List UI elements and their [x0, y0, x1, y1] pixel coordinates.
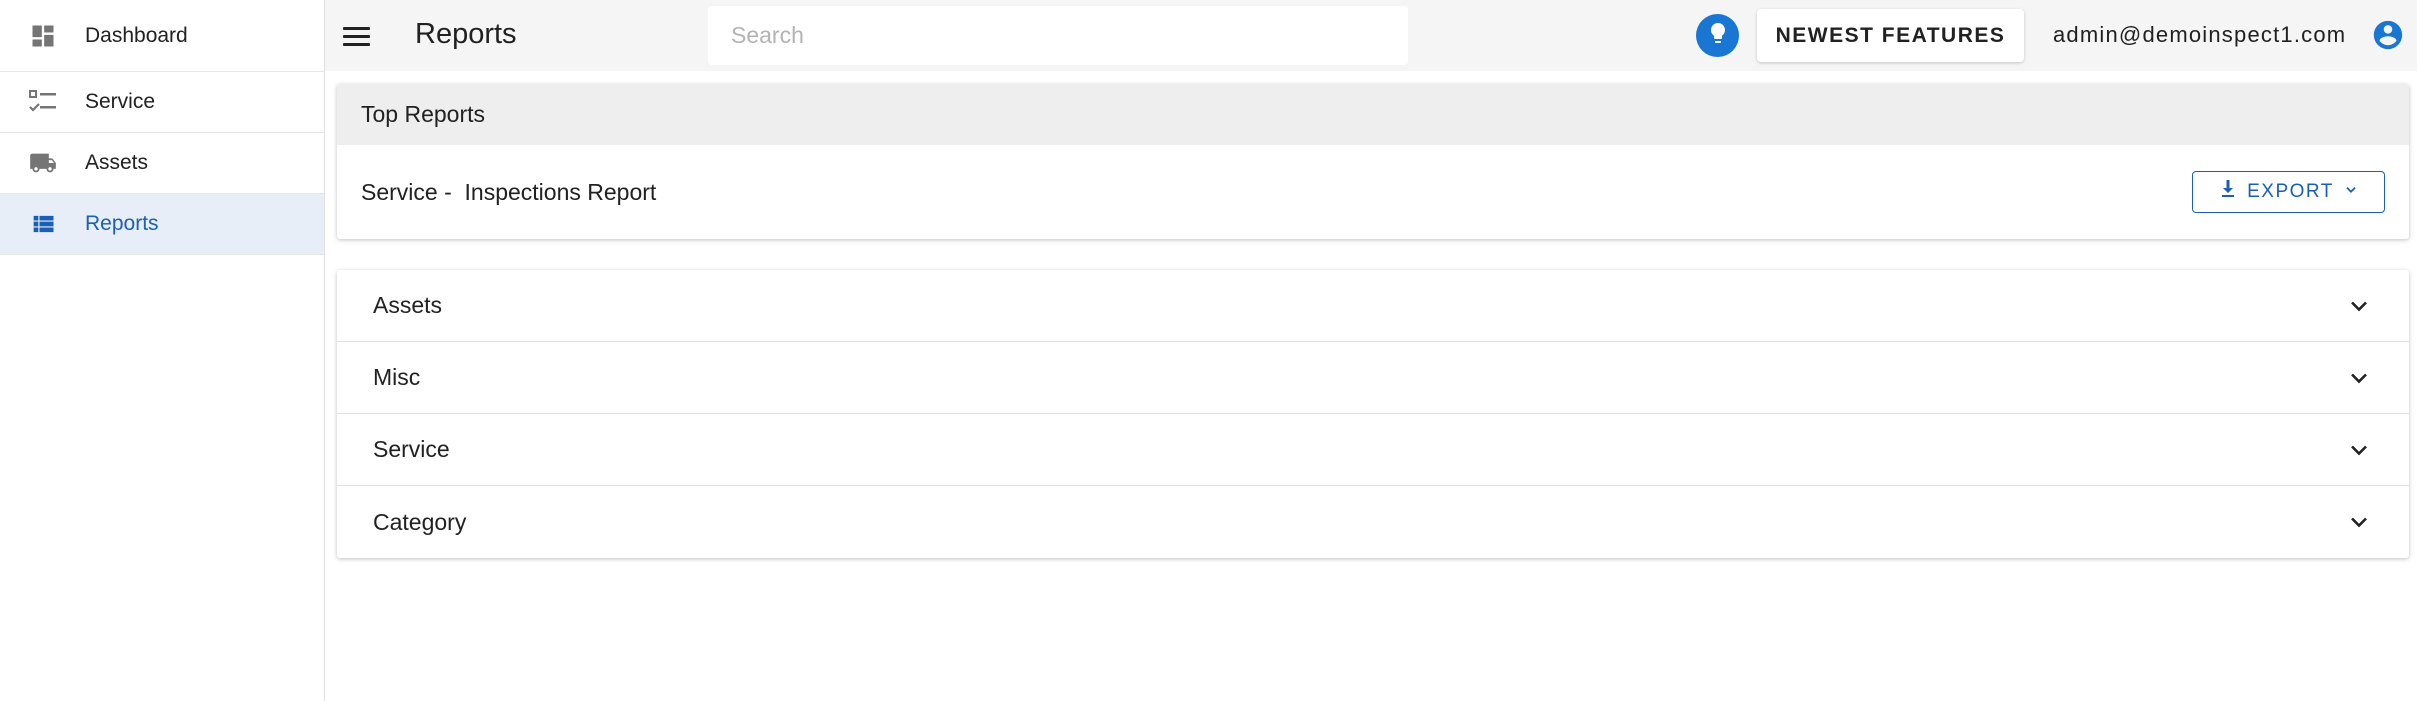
chevron-down-icon: [2347, 366, 2371, 390]
sidebar-item-dashboard[interactable]: Dashboard: [0, 0, 324, 72]
checklist-icon: [0, 88, 85, 116]
accordion-label: Category: [373, 508, 467, 535]
sidebar-item-reports[interactable]: Reports: [0, 194, 324, 255]
sidebar-item-service[interactable]: Service: [0, 72, 324, 133]
accordion-label: Assets: [373, 292, 443, 318]
accordion-item-misc[interactable]: Misc: [337, 342, 2409, 414]
sidebar: Dashboard Service Assets Reports: [0, 0, 325, 701]
download-icon: [2219, 179, 2237, 205]
sidebar-item-label: Service: [85, 90, 156, 113]
report-groups-accordion: Assets Misc Service Category: [337, 270, 2409, 558]
sidebar-item-label: Assets: [85, 151, 149, 174]
lightbulb-icon: [1706, 21, 1730, 50]
accordion-item-assets[interactable]: Assets: [337, 270, 2409, 342]
newest-features-button[interactable]: NEWEST FEATURES: [1757, 9, 2024, 62]
export-button[interactable]: EXPORT: [2192, 171, 2385, 213]
account-circle-icon[interactable]: [2371, 18, 2405, 52]
dashboard-icon: [0, 22, 85, 50]
page-title: Reports: [415, 18, 517, 50]
list-icon: [0, 210, 85, 238]
sidebar-item-assets[interactable]: Assets: [0, 133, 324, 194]
chevron-down-icon: [2347, 510, 2371, 534]
menu-icon[interactable]: [343, 20, 375, 52]
accordion-item-service[interactable]: Service: [337, 414, 2409, 486]
top-reports-card: Top Reports Service - Inspections Report…: [337, 84, 2409, 239]
report-row: Service - Inspections Report EXPORT: [337, 145, 2409, 239]
truck-icon: [0, 149, 85, 177]
search-input[interactable]: [708, 6, 1408, 65]
chevron-down-icon: [2344, 181, 2358, 203]
lightbulb-button[interactable]: [1696, 14, 1739, 57]
accordion-label: Misc: [373, 364, 421, 390]
chevron-down-icon: [2347, 294, 2371, 318]
accordion-item-category[interactable]: Category: [337, 486, 2409, 558]
accordion-label: Service: [373, 436, 450, 462]
top-reports-title: Top Reports: [337, 84, 2409, 145]
top-bar: Reports NEWEST FEATURES admin@demoinspec…: [325, 0, 2417, 71]
sidebar-item-label: Reports: [85, 212, 159, 235]
export-label: EXPORT: [2247, 181, 2334, 202]
report-name: Service - Inspections Report: [361, 178, 657, 205]
chevron-down-icon: [2347, 438, 2371, 462]
sidebar-item-label: Dashboard: [85, 23, 188, 47]
user-email: admin@demoinspect1.com: [2053, 22, 2347, 47]
